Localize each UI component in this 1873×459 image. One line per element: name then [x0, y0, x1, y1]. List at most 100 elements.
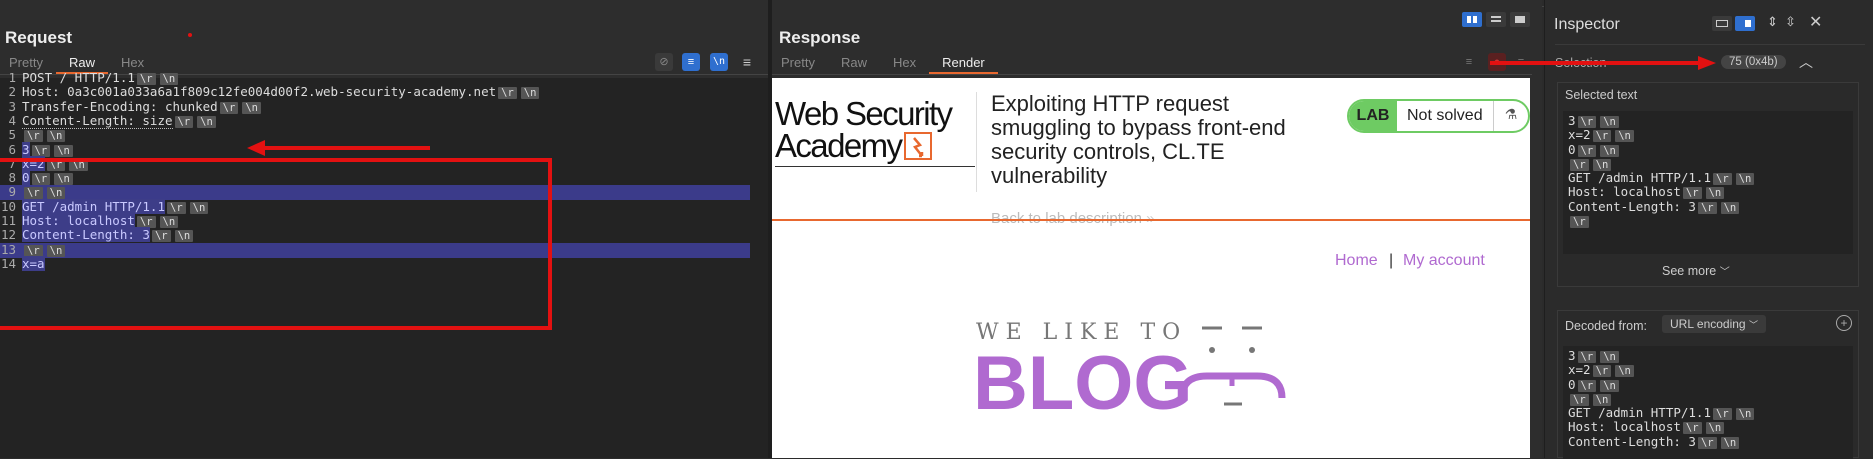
- chevron-down-icon: ﹀: [1719, 267, 1730, 278]
- text-line-content: 0: [1568, 141, 1576, 157]
- decoded-from-label: Decoded from:: [1565, 319, 1647, 333]
- text-line-content: GET /admin HTTP/1.1: [1568, 170, 1711, 186]
- wrap-lines-icon[interactable]: ≡: [1460, 53, 1478, 71]
- text-line: \r \n: [1568, 392, 1848, 406]
- crlf-token: \r: [1570, 158, 1589, 171]
- crlf-token: \r: [1682, 422, 1702, 435]
- text-line: 3 \r \n: [1568, 113, 1848, 128]
- inspector-layout-active-icon[interactable]: [1735, 16, 1755, 31]
- logo-underline: [775, 166, 975, 167]
- lightning-icon: [904, 132, 933, 160]
- selected-text-label: Selected text: [1565, 88, 1638, 102]
- crlf-token: \r: [1682, 187, 1702, 200]
- text-line-content: GET /admin HTTP/1.1: [1568, 405, 1711, 421]
- expand-all-icon[interactable]: ⇳: [1785, 14, 1796, 30]
- orange-divider: [772, 219, 1530, 221]
- tab-hex[interactable]: Hex: [880, 54, 929, 74]
- layout-side-by-side-icon[interactable]: [1462, 12, 1482, 27]
- layout-stacked-icon[interactable]: [1486, 12, 1506, 27]
- text-line-content: 3: [1568, 113, 1576, 128]
- tab-raw[interactable]: Raw: [828, 54, 880, 74]
- crlf-token: \r: [1577, 144, 1597, 157]
- rendered-page: Web Security Academy Exploiting HTTP req…: [772, 78, 1530, 458]
- annotation-arrow-left: [247, 140, 430, 156]
- text-line-content: 3: [1568, 348, 1576, 363]
- nav-home[interactable]: Home: [1335, 252, 1378, 270]
- crlf-token: \r: [1570, 216, 1589, 229]
- flask-icon: ⚗: [1504, 106, 1518, 122]
- tab-divider: [772, 74, 1532, 75]
- selection-count: 75 (0x4b): [1721, 55, 1786, 69]
- text-line: \r \n: [1568, 157, 1848, 171]
- crlf-token: \n: [1735, 173, 1755, 186]
- text-line-content: Content-Length: 3: [1568, 198, 1696, 214]
- chevron-down-icon: ﹀: [1748, 320, 1758, 330]
- text-line-content: Host: localhost: [1568, 419, 1681, 435]
- crlf-token: \n: [1600, 116, 1619, 128]
- crlf-token: \n: [1615, 365, 1634, 378]
- crlf-token: \r: [1570, 393, 1589, 406]
- decoded-text-block[interactable]: 3 \r \n x=2 \r \n 0 \r \n \r \n GET /admin HTTP/1.1…: [1563, 346, 1853, 459]
- selected-text-card: Selected text 3 \r \n x=2 \r \n 0 \r \n \r \n GET /…: [1557, 82, 1859, 287]
- decoded-card: Decoded from: URL encoding ﹀ + 3 \r \n x=2 \…: [1557, 310, 1859, 459]
- lab-status: Not solved: [1407, 107, 1483, 124]
- text-line-content: x=2: [1568, 362, 1591, 378]
- decoding-select[interactable]: URL encoding ﹀: [1662, 315, 1766, 333]
- request-title: Request: [5, 28, 73, 47]
- crlf-token: \r: [1592, 130, 1612, 143]
- crlf-token: \n: [1615, 130, 1634, 143]
- text-line: GET /admin HTTP/1.1 \r \n: [1568, 170, 1848, 186]
- chevron-up-icon[interactable]: ︿: [1799, 52, 1813, 72]
- see-more-button[interactable]: See more ﹀: [1662, 263, 1730, 278]
- crlf-token: \r: [1592, 365, 1612, 378]
- tab-pretty[interactable]: Pretty: [768, 54, 828, 74]
- text-line: Content-Length: 3 \r \n: [1568, 198, 1848, 214]
- text-line: Host: localhost \r \n: [1568, 185, 1848, 200]
- crlf-token: \r: [1713, 408, 1732, 421]
- inspector-title: Inspector: [1554, 16, 1620, 33]
- text-line: 0 \r \n: [1568, 376, 1848, 392]
- crlf-token: \r: [1577, 116, 1597, 128]
- text-line: Content-Length: 3 \r \n: [1568, 433, 1848, 449]
- crlf-token: \n: [1592, 158, 1612, 171]
- red-dot: [188, 33, 192, 37]
- text-line: x=2 \r \n: [1568, 128, 1848, 143]
- response-title: Response: [779, 28, 861, 47]
- crlf-token: \n: [1600, 144, 1619, 157]
- lab-badge: LAB: [1349, 101, 1397, 131]
- layout-tabs-icon[interactable]: [1510, 12, 1530, 27]
- annotation-arrow-right: [1490, 56, 1716, 70]
- text-line: 0 \r \n: [1568, 141, 1848, 157]
- crlf-token: \n: [1592, 393, 1612, 406]
- lab-status-widget: LAB Not solved ⚗: [1347, 99, 1530, 133]
- response-tabs: Pretty Raw Hex Render: [768, 54, 998, 74]
- crlf-token: \r: [1577, 351, 1597, 363]
- crlf-token: \r: [1697, 436, 1717, 449]
- blog-face-icon: [1178, 326, 1286, 406]
- text-line: Host: localhost \r \n: [1568, 419, 1848, 435]
- text-line: x=2 \r \n: [1568, 362, 1848, 378]
- selected-text-block[interactable]: 3 \r \n x=2 \r \n 0 \r \n \r \n GET /admin HTTP/1.1…: [1563, 111, 1853, 254]
- crlf-token: \n: [1600, 379, 1619, 392]
- crlf-token: \n: [1600, 351, 1619, 363]
- crlf-token: \r: [1713, 173, 1732, 186]
- collapse-all-icon[interactable]: ⇕: [1767, 14, 1778, 30]
- crlf-token: \r: [1697, 201, 1717, 214]
- wsa-logo: Web Security Academy: [775, 97, 953, 164]
- inspector-layout-icon[interactable]: [1712, 16, 1732, 31]
- crlf-token: \n: [1705, 187, 1725, 200]
- text-line: 3 \r \n: [1568, 348, 1848, 363]
- logo-line2: Academy: [775, 127, 903, 164]
- nav-separator: |: [1389, 252, 1394, 269]
- header-separator: [976, 92, 977, 192]
- close-icon[interactable]: ✕: [1809, 12, 1822, 32]
- text-line-content: Content-Length: 3: [1568, 433, 1696, 449]
- text-line: GET /admin HTTP/1.1 \r \n: [1568, 405, 1848, 421]
- add-decoding-icon[interactable]: +: [1836, 315, 1852, 331]
- tab-render[interactable]: Render: [929, 54, 998, 74]
- crlf-token: \n: [1735, 408, 1755, 421]
- nav-my-account[interactable]: My account: [1403, 252, 1485, 270]
- blog-word: BLOG: [973, 341, 1193, 426]
- text-line-content: 0: [1568, 376, 1576, 392]
- text-line: \r: [1568, 214, 1848, 229]
